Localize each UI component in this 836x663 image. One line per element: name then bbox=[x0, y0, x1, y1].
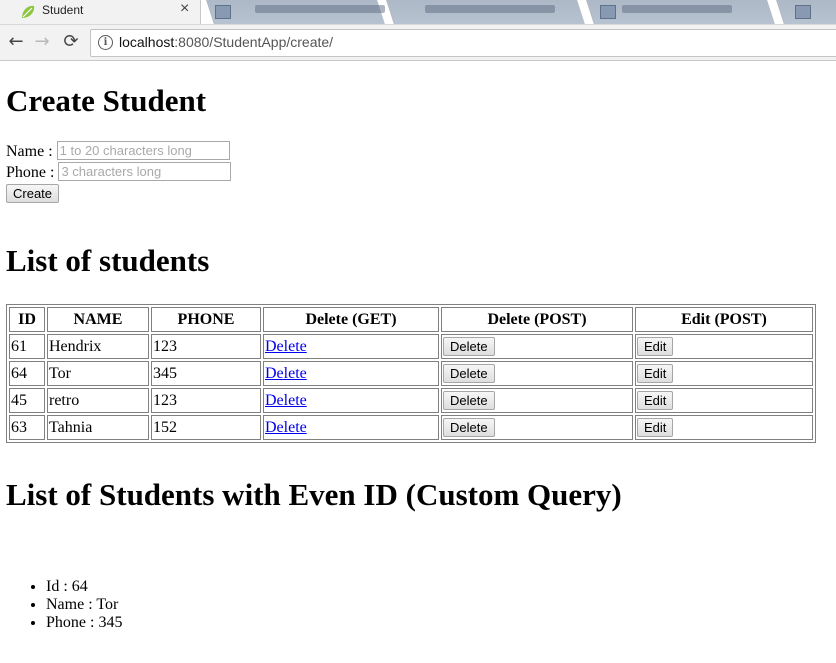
create-button[interactable]: Create bbox=[6, 184, 60, 203]
name-input[interactable] bbox=[56, 141, 230, 160]
column-header-id: ID bbox=[9, 307, 45, 332]
cell-delete-post: Delete bbox=[441, 334, 633, 359]
page-icon bbox=[600, 5, 616, 19]
reload-icon[interactable]: ⟳ bbox=[59, 30, 83, 54]
cell-edit-post: Edit bbox=[635, 361, 813, 386]
submit-row: Create bbox=[6, 183, 231, 204]
column-header-edit-post: Edit (POST) bbox=[635, 307, 813, 332]
list-of-students-heading: List of students bbox=[6, 243, 210, 278]
blurred-tab-label bbox=[425, 5, 555, 13]
even-id-student-list: Id : 64 Name : Tor Phone : 345 bbox=[6, 578, 122, 632]
delete-button[interactable]: Delete bbox=[443, 391, 495, 410]
cell-id: 64 bbox=[9, 361, 45, 386]
table-row: 61 Hendrix 123 Delete Delete Edit bbox=[9, 334, 813, 359]
list-item: Phone : 345 bbox=[46, 614, 122, 632]
blurred-tab-label bbox=[255, 5, 385, 13]
url-text[interactable]: localhost:8080/StudentApp/create/ bbox=[119, 34, 333, 50]
address-bar[interactable]: i localhost:8080/StudentApp/create/ bbox=[90, 29, 836, 57]
cell-name: Tahnia bbox=[47, 415, 149, 440]
cell-name: Tor bbox=[47, 361, 149, 386]
edit-button[interactable]: Edit bbox=[637, 337, 674, 356]
table-row: 45 retro 123 Delete Delete Edit bbox=[9, 388, 813, 413]
delete-link[interactable]: Delete bbox=[265, 419, 307, 436]
cell-delete-post: Delete bbox=[441, 388, 633, 413]
spring-leaf-icon bbox=[20, 4, 36, 20]
delete-button[interactable]: Delete bbox=[443, 364, 495, 383]
edit-button[interactable]: Edit bbox=[637, 364, 674, 383]
even-id-students-heading: List of Students with Even ID (Custom Qu… bbox=[6, 477, 622, 512]
forward-arrow-icon[interactable]: → bbox=[30, 30, 54, 54]
browser-tab-strip: Student × bbox=[0, 0, 836, 24]
cell-id: 45 bbox=[9, 388, 45, 413]
delete-button[interactable]: Delete bbox=[443, 337, 495, 356]
cell-id: 61 bbox=[9, 334, 45, 359]
page-icon bbox=[795, 5, 811, 19]
edit-button[interactable]: Edit bbox=[637, 418, 674, 437]
browser-toolbar: ← → ⟳ i localhost:8080/StudentApp/create… bbox=[0, 24, 836, 61]
back-arrow-icon[interactable]: ← bbox=[4, 30, 28, 54]
delete-button[interactable]: Delete bbox=[443, 418, 495, 437]
page-icon bbox=[215, 5, 231, 19]
cell-delete-post: Delete bbox=[441, 361, 633, 386]
close-icon[interactable]: × bbox=[180, 0, 189, 18]
tab-title: Student bbox=[42, 3, 84, 17]
url-host: localhost bbox=[119, 34, 175, 50]
name-label: Name : bbox=[6, 143, 57, 160]
cell-edit-post: Edit bbox=[635, 334, 813, 359]
url-path: :8080/StudentApp/create/ bbox=[174, 34, 334, 50]
table-row: 64 Tor 345 Delete Delete Edit bbox=[9, 361, 813, 386]
phone-row: Phone : bbox=[6, 162, 232, 183]
table-row: 63 Tahnia 152 Delete Delete Edit bbox=[9, 415, 813, 440]
cell-delete-post: Delete bbox=[441, 415, 633, 440]
list-item: Id : 64 bbox=[46, 578, 122, 596]
column-header-delete-post: Delete (POST) bbox=[441, 307, 633, 332]
cell-name: retro bbox=[47, 388, 149, 413]
cell-delete-get: Delete bbox=[263, 334, 439, 359]
cell-delete-get: Delete bbox=[263, 361, 439, 386]
phone-label: Phone : bbox=[6, 164, 59, 181]
cell-phone: 152 bbox=[151, 415, 261, 440]
cell-phone: 123 bbox=[151, 388, 261, 413]
cell-phone: 345 bbox=[151, 361, 261, 386]
name-row: Name : bbox=[6, 141, 231, 162]
create-student-form: Name : Phone : Create bbox=[6, 141, 232, 204]
cell-delete-get: Delete bbox=[263, 388, 439, 413]
column-header-name: NAME bbox=[47, 307, 149, 332]
column-header-phone: PHONE bbox=[151, 307, 261, 332]
column-header-delete-get: Delete (GET) bbox=[263, 307, 439, 332]
cell-delete-get: Delete bbox=[263, 415, 439, 440]
cell-edit-post: Edit bbox=[635, 388, 813, 413]
delete-link[interactable]: Delete bbox=[265, 338, 307, 355]
cell-id: 63 bbox=[9, 415, 45, 440]
cell-phone: 123 bbox=[151, 334, 261, 359]
students-table: ID NAME PHONE Delete (GET) Delete (POST)… bbox=[6, 304, 816, 443]
phone-input[interactable] bbox=[58, 162, 232, 181]
info-icon[interactable]: i bbox=[98, 35, 113, 50]
list-item: Name : Tor bbox=[46, 596, 122, 614]
delete-link[interactable]: Delete bbox=[265, 365, 307, 382]
edit-button[interactable]: Edit bbox=[637, 391, 674, 410]
create-student-heading: Create Student bbox=[6, 83, 207, 118]
delete-link[interactable]: Delete bbox=[265, 392, 307, 409]
blurred-tab-label bbox=[622, 5, 732, 13]
cell-edit-post: Edit bbox=[635, 415, 813, 440]
cell-name: Hendrix bbox=[47, 334, 149, 359]
tab-student[interactable]: Student × bbox=[0, 0, 201, 24]
table-header-row: ID NAME PHONE Delete (GET) Delete (POST)… bbox=[9, 307, 813, 332]
